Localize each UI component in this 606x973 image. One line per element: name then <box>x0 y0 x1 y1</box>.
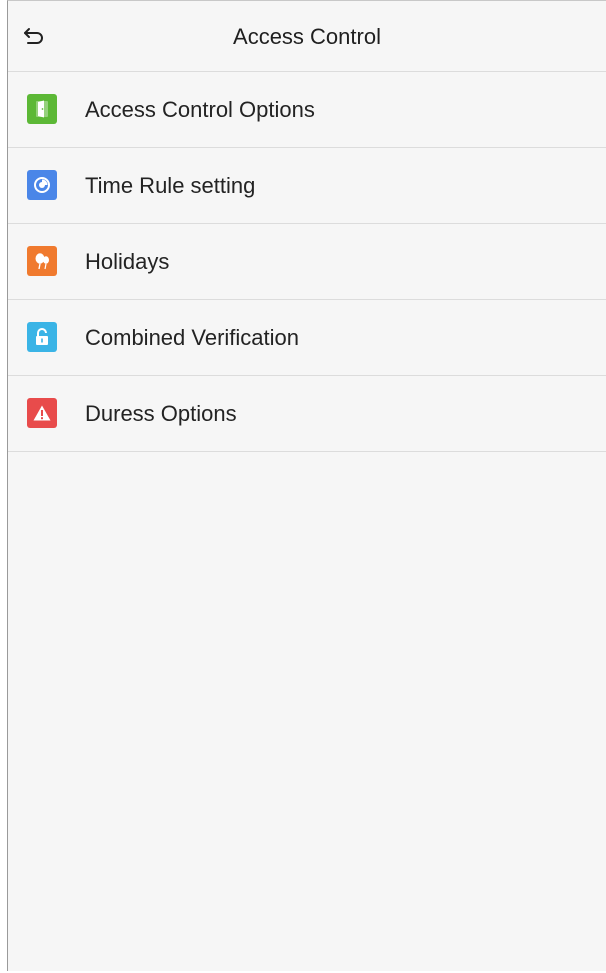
door-icon <box>27 94 57 124</box>
header-bar: Access Control <box>8 1 606 72</box>
menu-item-combined-verification[interactable]: Combined Verification <box>8 300 606 376</box>
back-arrow-icon <box>23 25 45 50</box>
menu-item-label: Time Rule setting <box>85 173 256 198</box>
lock-icon <box>27 322 57 352</box>
menu-item-label: Holidays <box>85 249 170 274</box>
warning-icon <box>27 398 57 428</box>
menu-item-label: Duress Options <box>85 401 237 426</box>
back-button[interactable] <box>18 21 50 53</box>
settings-menu: Access Control Options Time Rule setting <box>8 72 606 452</box>
clock-icon <box>27 170 57 200</box>
page-title: Access Control <box>233 24 381 49</box>
menu-item-access-control-options[interactable]: Access Control Options <box>8 72 606 148</box>
menu-item-label: Combined Verification <box>85 325 300 350</box>
balloons-icon <box>27 246 57 276</box>
menu-item-label: Access Control Options <box>85 97 315 122</box>
access-control-screen: Access Control Access Control Options Ti… <box>7 0 606 971</box>
menu-item-time-rule-setting[interactable]: Time Rule setting <box>8 148 606 224</box>
menu-item-duress-options[interactable]: Duress Options <box>8 376 606 452</box>
menu-item-holidays[interactable]: Holidays <box>8 224 606 300</box>
